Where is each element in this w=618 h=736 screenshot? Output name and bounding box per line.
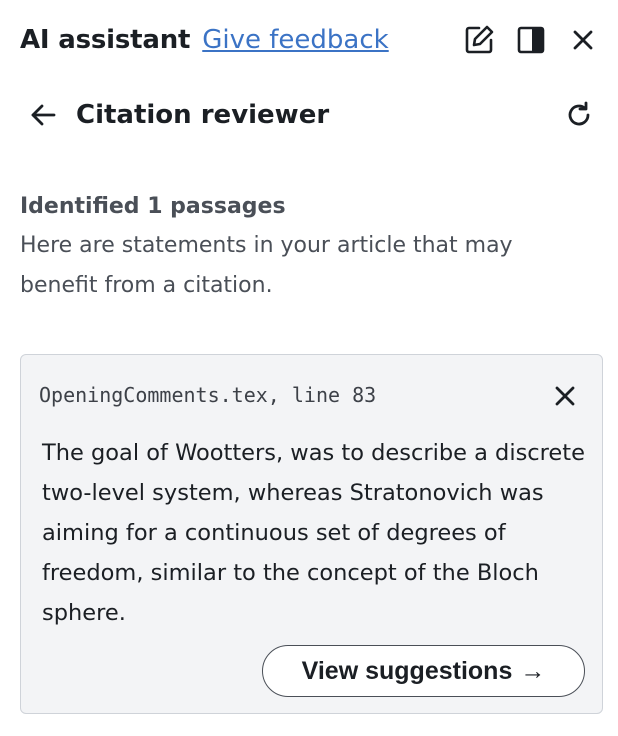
- edit-icon[interactable]: [462, 23, 496, 57]
- app-title: AI assistant: [20, 25, 191, 55]
- give-feedback-link[interactable]: Give feedback: [202, 25, 388, 55]
- passage-card: OpeningComments.tex, line 83 The goal of…: [20, 354, 603, 714]
- right-arrow-icon: →: [520, 656, 546, 685]
- assistant-header: AI assistant Give feedback: [20, 18, 600, 62]
- intro-description: Here are statements in your article that…: [20, 233, 513, 298]
- back-arrow-icon[interactable]: [26, 98, 60, 132]
- page-title: Citation reviewer: [76, 100, 330, 130]
- dismiss-passage-icon[interactable]: [548, 379, 582, 413]
- passage-text: The goal of Wootters, was to describe a …: [42, 440, 585, 626]
- file-location: OpeningComments.tex, line 83: [39, 383, 377, 407]
- citation-reviewer-header: Citation reviewer: [26, 92, 600, 138]
- view-suggestions-label: View suggestions: [301, 656, 513, 685]
- refresh-icon[interactable]: [562, 98, 596, 132]
- intro-section: Identified 1 passages Here are statement…: [20, 190, 580, 306]
- header-actions: [462, 18, 600, 62]
- view-suggestions-button[interactable]: View suggestions →: [262, 645, 585, 697]
- close-icon[interactable]: [566, 23, 600, 57]
- passages-count-heading: Identified 1 passages: [20, 194, 286, 219]
- side-panel-icon[interactable]: [514, 23, 548, 57]
